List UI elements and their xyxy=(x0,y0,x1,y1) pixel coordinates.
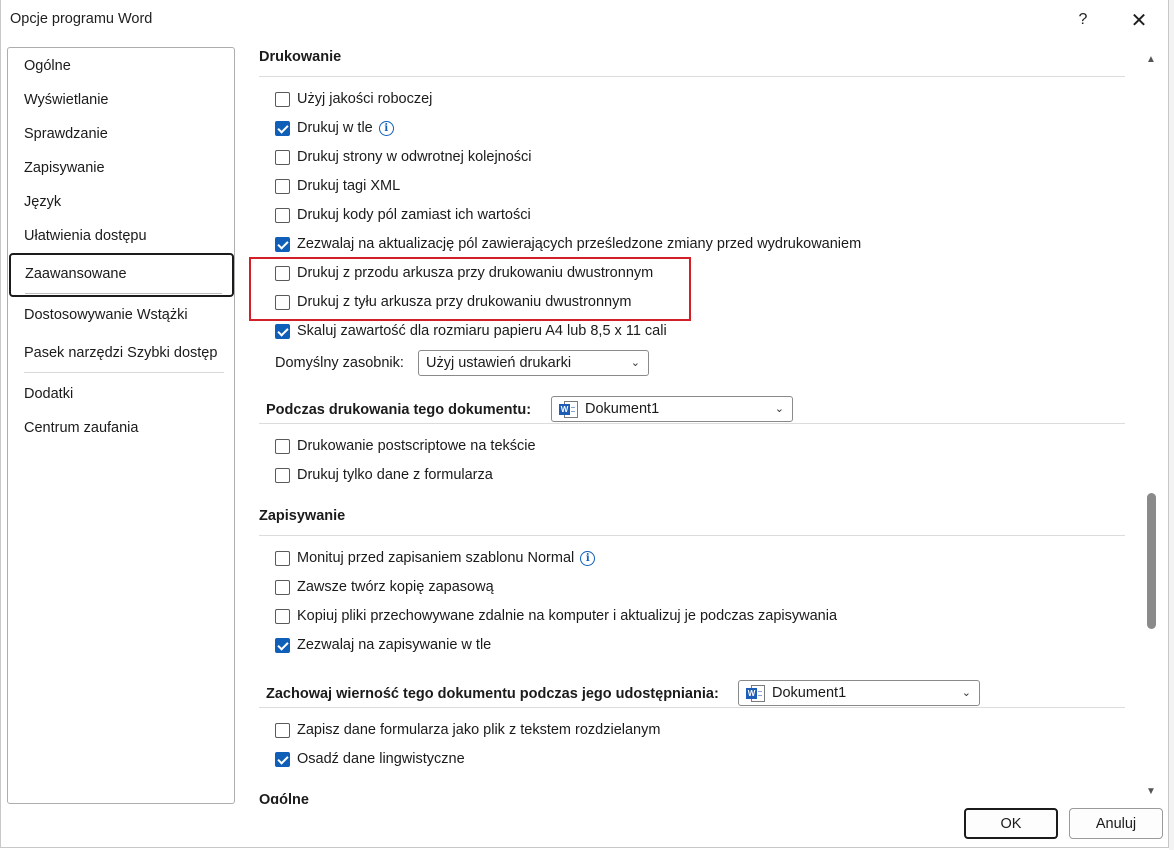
sidebar-item-proofing[interactable]: Sprawdzanie xyxy=(24,126,108,142)
option-print-xml-tags[interactable]: Drukuj tagi XML xyxy=(275,177,400,195)
sidebar-item-add-ins[interactable]: Dodatki xyxy=(24,386,73,402)
checkbox[interactable] xyxy=(275,178,290,194)
option-update-tracked-fields[interactable]: Zezwalaj na aktualizację pól zawierający… xyxy=(275,235,861,253)
info-icon[interactable]: i xyxy=(378,120,394,136)
default-tray-select[interactable]: Użyj ustawień drukarki ⌄ xyxy=(418,350,649,376)
close-button[interactable]: ✕ xyxy=(1117,4,1161,36)
section-divider xyxy=(259,76,1125,77)
section-title-general: Ogólne xyxy=(259,792,309,804)
word-document-icon: W xyxy=(559,400,579,418)
section-title-printing: Drukowanie xyxy=(259,49,342,65)
section-divider xyxy=(259,707,1125,708)
option-background-saves[interactable]: Zezwalaj na zapisywanie w tle xyxy=(275,636,491,654)
checkbox[interactable] xyxy=(275,120,290,136)
fidelity-document-select[interactable]: W Dokument1 ⌄ xyxy=(738,680,980,706)
sidebar-item-quick-access-toolbar[interactable]: Pasek narzędzi Szybki dostęp xyxy=(24,345,217,361)
ok-button[interactable]: OK xyxy=(964,808,1058,839)
sidebar-item-trust-center[interactable]: Centrum zaufania xyxy=(24,420,138,436)
option-save-form-data-delimited[interactable]: Zapisz dane formularza jako plik z tekst… xyxy=(275,721,660,739)
sidebar-divider xyxy=(25,293,222,294)
sidebar-item-label: Zaawansowane xyxy=(25,266,127,282)
option-print-form-data-only[interactable]: Drukuj tylko dane z formularza xyxy=(275,466,493,484)
checkbox[interactable] xyxy=(275,236,290,252)
chevron-down-icon: ⌄ xyxy=(961,687,971,699)
highlight-box xyxy=(249,257,691,321)
scrollbar-thumb[interactable] xyxy=(1147,493,1156,629)
checkbox[interactable] xyxy=(275,467,290,483)
word-document-icon: W xyxy=(746,684,766,702)
scroll-up-arrow-icon[interactable]: ▲ xyxy=(1144,54,1158,66)
scroll-down-arrow-icon[interactable]: ▼ xyxy=(1144,786,1158,798)
option-print-background[interactable]: Drukuj w tle i xyxy=(275,119,394,137)
checkbox[interactable] xyxy=(275,550,290,566)
option-scale-paper[interactable]: Skaluj zawartość dla rozmiaru papieru A4… xyxy=(275,322,667,340)
option-field-codes[interactable]: Drukuj kody pól zamiast ich wartości xyxy=(275,206,531,224)
sidebar-item-general[interactable]: Ogólne xyxy=(24,58,71,74)
option-postscript-over-text[interactable]: Drukowanie postscriptowe na tekście xyxy=(275,437,536,455)
checkbox[interactable] xyxy=(275,323,290,339)
sidebar-item-save[interactable]: Zapisywanie xyxy=(24,160,105,176)
section-divider xyxy=(259,535,1125,536)
checkbox[interactable] xyxy=(275,751,290,767)
cancel-button[interactable]: Anuluj xyxy=(1069,808,1163,839)
section-title-print-document: Podczas drukowania tego dokumentu: xyxy=(266,402,532,418)
option-embed-linguistic-data[interactable]: Osadź dane lingwistyczne xyxy=(275,750,465,768)
checkbox[interactable] xyxy=(275,91,290,107)
sidebar-item-customize-ribbon[interactable]: Dostosowywanie Wstążki xyxy=(24,307,188,323)
sidebar-divider xyxy=(24,372,224,373)
checkbox[interactable] xyxy=(275,207,290,223)
dialog-title: Opcje programu Word xyxy=(10,11,153,27)
section-title-general-clip: Ogólne xyxy=(259,790,459,804)
background-window-edge xyxy=(1169,0,1174,850)
info-icon[interactable]: i xyxy=(580,550,596,566)
option-always-backup[interactable]: Zawsze twórz kopię zapasową xyxy=(275,578,494,596)
checkbox[interactable] xyxy=(275,438,290,454)
sidebar-item-advanced[interactable]: Zaawansowane xyxy=(9,253,234,297)
option-reverse-order[interactable]: Drukuj strony w odwrotnej kolejności xyxy=(275,148,532,166)
checkbox[interactable] xyxy=(275,608,290,624)
sidebar-item-display[interactable]: Wyświetlanie xyxy=(24,92,108,108)
default-tray-label: Domyślny zasobnik: xyxy=(275,355,404,371)
checkbox[interactable] xyxy=(275,637,290,653)
sidebar-item-language[interactable]: Język xyxy=(24,194,61,210)
checkbox[interactable] xyxy=(275,722,290,738)
sidebar-item-accessibility[interactable]: Ułatwienia dostępu xyxy=(24,228,147,244)
section-title-saving: Zapisywanie xyxy=(259,508,346,524)
print-document-select[interactable]: W Dokument1 ⌄ xyxy=(551,396,793,422)
word-options-dialog: Opcje programu Word ? ✕ Ogólne Wyświetla… xyxy=(0,0,1169,848)
option-draft-quality[interactable]: Użyj jakości roboczej xyxy=(275,90,432,108)
section-title-preserve-fidelity: Zachowaj wierność tego dokumentu podczas… xyxy=(266,686,719,702)
sidebar: Ogólne Wyświetlanie Sprawdzanie Zapisywa… xyxy=(7,47,235,804)
checkbox[interactable] xyxy=(275,579,290,595)
option-copy-remote-files[interactable]: Kopiuj pliki przechowywane zdalnie na ko… xyxy=(275,607,837,625)
title-bar: Opcje programu Word ? ✕ xyxy=(1,0,1170,40)
section-divider xyxy=(259,423,1125,424)
chevron-down-icon: ⌄ xyxy=(630,357,640,369)
checkbox[interactable] xyxy=(275,149,290,165)
help-button[interactable]: ? xyxy=(1061,4,1105,36)
option-prompt-normal-template[interactable]: Monituj przed zapisaniem szablonu Normal… xyxy=(275,549,596,567)
chevron-down-icon: ⌄ xyxy=(774,403,784,415)
